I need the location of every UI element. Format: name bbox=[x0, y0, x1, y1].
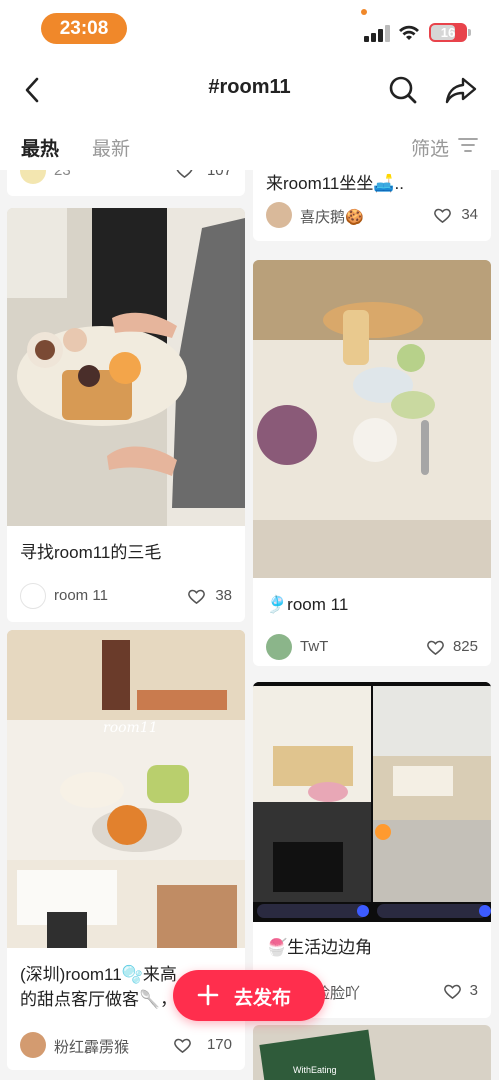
cover-photo-dessert-collage bbox=[7, 630, 245, 948]
cover-photo-screenshot-grid bbox=[253, 682, 491, 922]
note-title: 寻找room11的三毛 bbox=[20, 543, 162, 562]
status-bar: 23:08 16 bbox=[0, 0, 499, 60]
note-author[interactable]: room 11 bbox=[54, 587, 108, 604]
like-count: 38 bbox=[215, 587, 232, 604]
note-cover-image[interactable]: WithEating bbox=[253, 1025, 491, 1080]
heart-icon[interactable] bbox=[173, 1037, 192, 1054]
privacy-indicator-dot bbox=[361, 9, 367, 15]
note-title: (深圳)room11🫧来高 bbox=[20, 965, 177, 984]
heart-icon[interactable] bbox=[443, 983, 462, 1000]
filter-icon[interactable] bbox=[458, 136, 478, 154]
note-card-partial[interactable]: 23 107 bbox=[7, 170, 245, 196]
publish-button[interactable]: 去发布 bbox=[173, 970, 325, 1021]
status-time: 23:08 bbox=[41, 13, 127, 44]
cellular-signal-icon bbox=[364, 24, 392, 42]
search-icon[interactable] bbox=[387, 74, 419, 106]
note-cover-image[interactable] bbox=[253, 682, 491, 922]
note-meta: 喜庆鹅🍪 34 bbox=[266, 202, 478, 230]
note-cover-image[interactable] bbox=[253, 260, 491, 578]
note-title: 来room11坐坐🛋️.. bbox=[266, 174, 404, 193]
heart-icon[interactable] bbox=[433, 207, 452, 224]
note-meta: room 11 38 bbox=[20, 583, 232, 611]
note-author[interactable]: TwT bbox=[300, 638, 328, 655]
notes-feed[interactable]: 23 107 来room11坐坐🛋️.. 喜庆鹅🍪 34 寻找room11的三毛… bbox=[0, 170, 499, 1080]
cover-photo-tray-of-desserts bbox=[7, 208, 245, 526]
like-count: 34 bbox=[461, 206, 478, 223]
heart-icon[interactable] bbox=[175, 170, 194, 179]
cover-overlay-text: room11 bbox=[103, 720, 158, 736]
like-count: 107 bbox=[206, 170, 232, 179]
page-title: #room11 bbox=[208, 76, 291, 98]
note-author[interactable]: 粉红霹雳猴 bbox=[54, 1036, 129, 1057]
avatar[interactable] bbox=[266, 202, 292, 228]
plus-icon bbox=[197, 984, 219, 1006]
avatar[interactable] bbox=[266, 634, 292, 660]
note-meta: 23 107 bbox=[20, 170, 232, 188]
note-meta: 粉红霹雳猴 170 bbox=[20, 1032, 232, 1060]
note-card[interactable]: 🍧生活边边角 脸脸脸吖 3 bbox=[253, 682, 491, 1018]
note-cover-image[interactable]: room11 bbox=[7, 630, 245, 948]
battery-tip bbox=[468, 29, 471, 36]
filter-button[interactable]: 筛选 bbox=[411, 134, 449, 161]
note-card-partial-bottom[interactable]: WithEating bbox=[253, 1025, 491, 1080]
like-count: 825 bbox=[452, 638, 478, 655]
note-author[interactable]: 喜庆鹅🍪 bbox=[300, 206, 364, 227]
note-title: 🎐room 11 bbox=[266, 595, 349, 614]
publish-label: 去发布 bbox=[234, 988, 292, 1009]
like-count: 3 bbox=[469, 982, 478, 999]
wifi-icon bbox=[399, 25, 419, 40]
note-card-partial-right[interactable]: 来room11坐坐🛋️.. 喜庆鹅🍪 34 bbox=[253, 170, 491, 241]
heart-icon[interactable] bbox=[187, 588, 206, 605]
nav-header: #room11 bbox=[0, 60, 499, 120]
avatar[interactable] bbox=[20, 170, 46, 184]
share-icon[interactable] bbox=[444, 74, 478, 106]
note-card[interactable]: 🎐room 11 TwT 825 bbox=[253, 260, 491, 666]
note-cover-image[interactable] bbox=[7, 208, 245, 526]
like-count: 170 bbox=[206, 1036, 232, 1053]
note-title: 🍧生活边边角 bbox=[266, 938, 373, 957]
note-meta: TwT 825 bbox=[266, 634, 478, 662]
cover-photo-table-setting bbox=[253, 260, 491, 578]
cover-partial-text: WithEating bbox=[293, 1065, 337, 1075]
battery-icon: 16 bbox=[429, 23, 467, 42]
note-card[interactable]: 寻找room11的三毛 room 11 38 bbox=[7, 208, 245, 622]
avatar[interactable] bbox=[20, 1032, 46, 1058]
avatar[interactable] bbox=[20, 583, 46, 609]
note-author: 23 bbox=[54, 170, 71, 179]
note-title-line2: 的甜点客厅做客🥄， bbox=[20, 990, 178, 1009]
tab-bar: 最热 最新 筛选 bbox=[0, 120, 499, 170]
tab-new[interactable]: 最新 bbox=[92, 134, 130, 161]
heart-icon[interactable] bbox=[426, 639, 445, 656]
battery-level: 16 bbox=[440, 25, 456, 40]
tab-hot[interactable]: 最热 bbox=[21, 134, 59, 161]
